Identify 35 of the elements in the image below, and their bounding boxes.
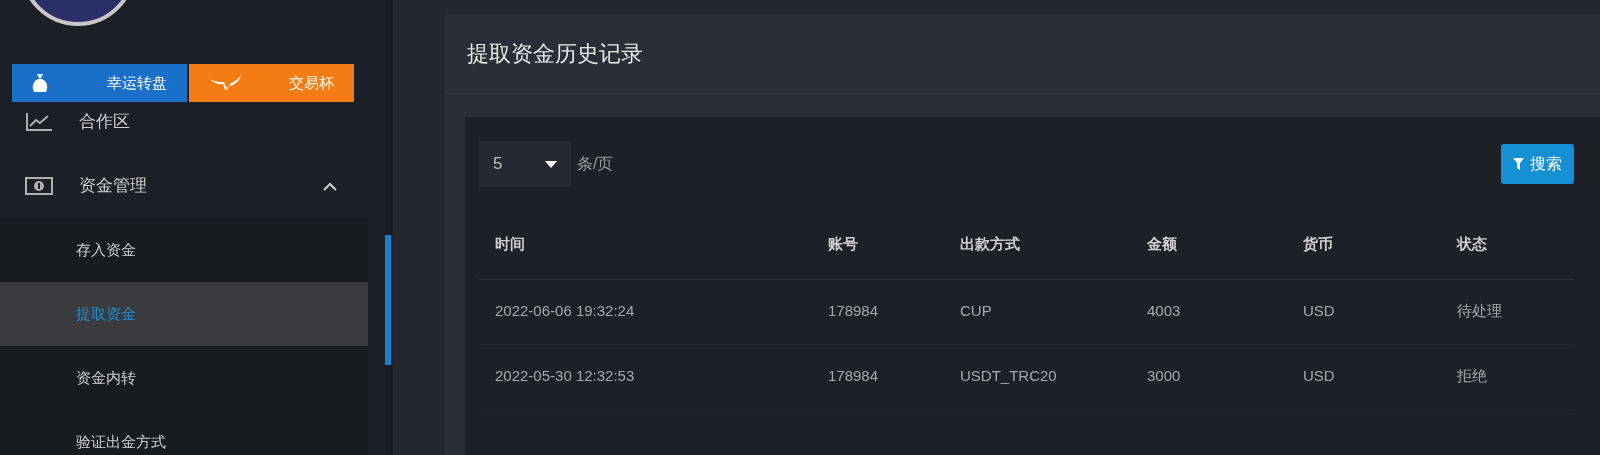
table-cell: 178984 xyxy=(812,344,944,409)
table-cell: 待处理 xyxy=(1441,279,1574,344)
column-header: 金额 xyxy=(1131,209,1287,279)
page-size-label: 条/页 xyxy=(577,154,614,174)
search-button[interactable]: 搜索 xyxy=(1501,144,1574,184)
table-cell: USD xyxy=(1287,344,1441,409)
column-header: 时间 xyxy=(479,209,812,279)
submenu-item[interactable]: 资金内转 xyxy=(0,346,368,410)
banknote-icon xyxy=(25,177,53,195)
table-cell: 4003 xyxy=(1131,279,1287,344)
scrollbar-thumb[interactable] xyxy=(385,235,391,365)
page-size-select[interactable]: 5 xyxy=(479,141,571,187)
table-cell: 178984 xyxy=(812,279,944,344)
column-header: 账号 xyxy=(812,209,944,279)
filter-icon xyxy=(1513,158,1524,170)
menu-item[interactable]: 资金管理 xyxy=(0,154,385,218)
chevron-up-icon xyxy=(323,181,337,191)
money-bag-icon xyxy=(32,73,48,93)
column-header: 货币 xyxy=(1287,209,1441,279)
bull-horns-icon xyxy=(209,73,243,93)
table-cell: 2022-05-30 12:32:53 xyxy=(479,344,812,409)
table-cell: USD xyxy=(1287,279,1441,344)
column-header: 状态 xyxy=(1441,209,1574,279)
table-cell: 3000 xyxy=(1131,344,1287,409)
line-chart-icon xyxy=(25,112,53,132)
submenu-item[interactable]: 存入资金 xyxy=(0,218,368,282)
table-cell: 拒绝 xyxy=(1441,344,1574,409)
promo-button[interactable]: 幸运转盘 xyxy=(12,64,187,102)
submenu-item[interactable]: 验证出金方式 xyxy=(0,410,368,455)
table-cell: USDT_TRC20 xyxy=(944,344,1131,409)
table-cell: 2022-06-06 19:32:24 xyxy=(479,279,812,344)
table-cell: CUP xyxy=(944,279,1131,344)
caret-icon xyxy=(545,160,557,168)
column-header: 出款方式 xyxy=(944,209,1131,279)
panel-title: 提取资金历史记录 xyxy=(467,40,643,68)
